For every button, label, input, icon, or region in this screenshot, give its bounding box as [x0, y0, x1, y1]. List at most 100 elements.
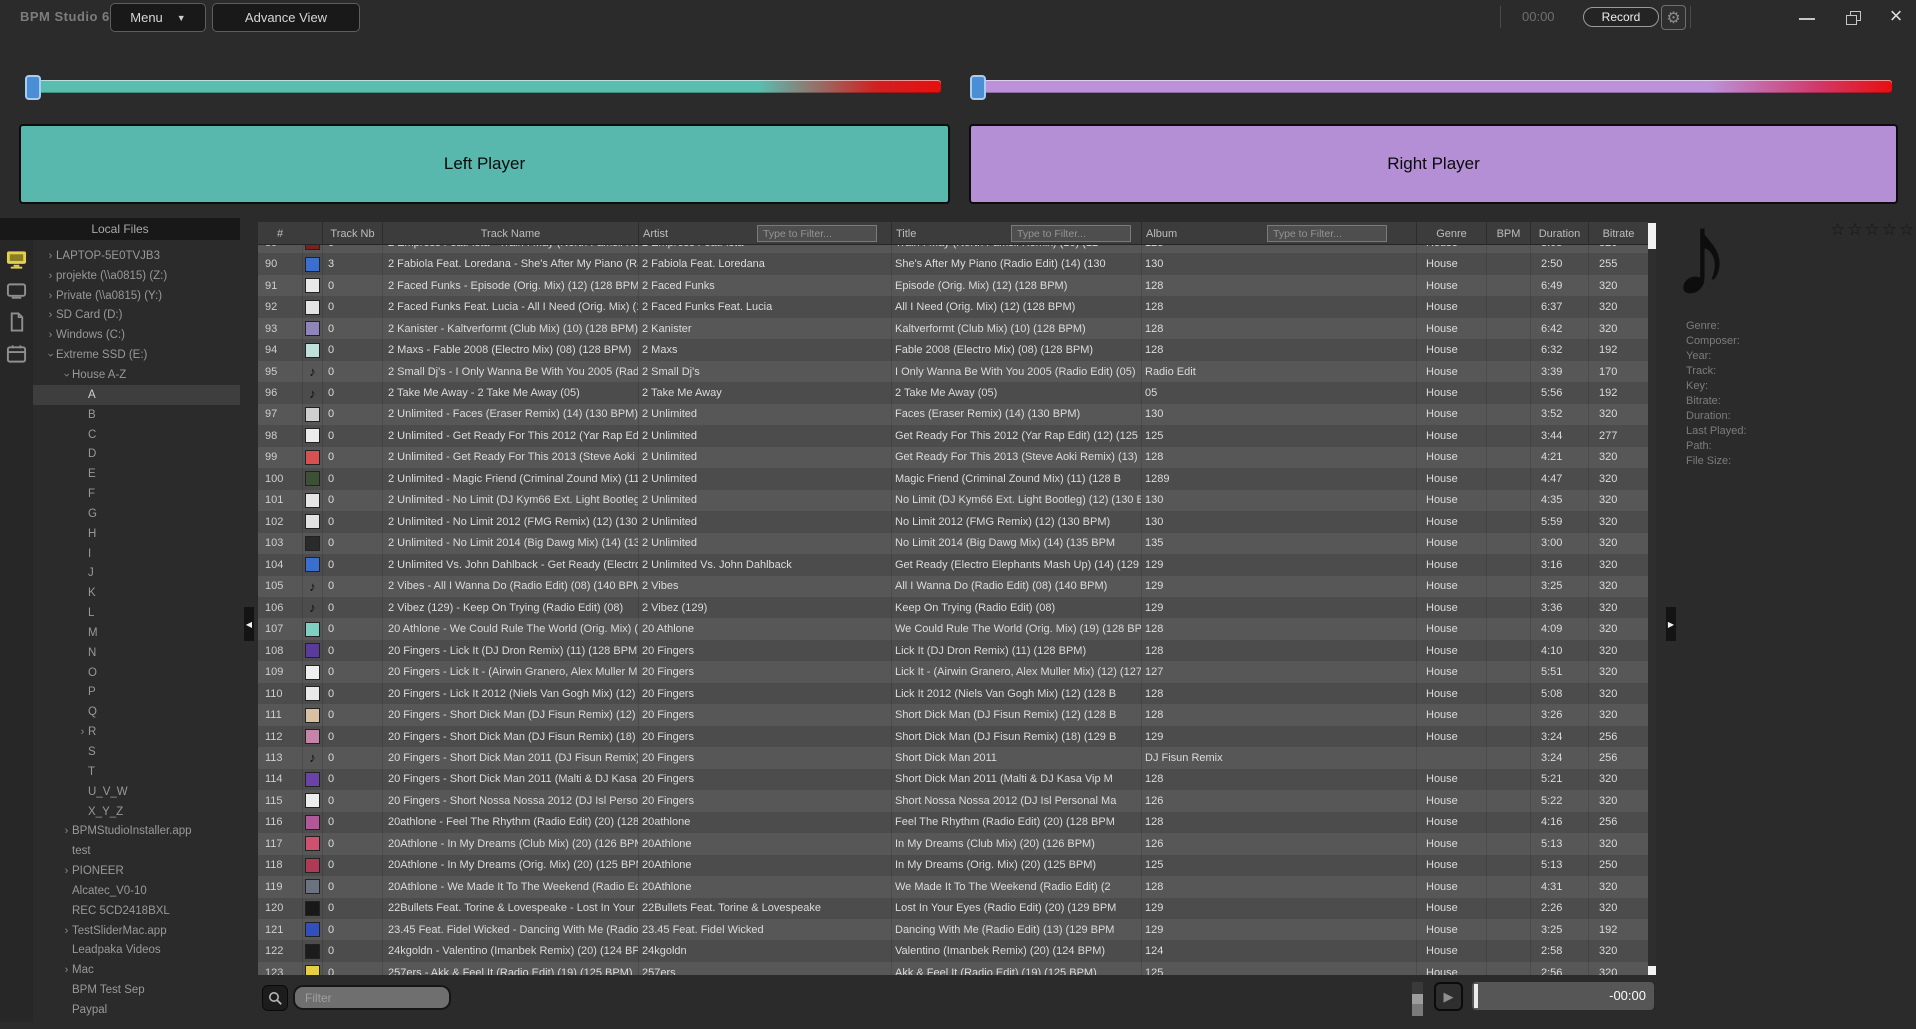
tree-item[interactable]: ›projekte (\\a0815) (Z:) — [33, 266, 240, 286]
record-settings-button[interactable]: ⚙ — [1661, 5, 1686, 30]
right-slider-handle[interactable] — [970, 75, 986, 100]
scrollbar-bottom-button[interactable] — [1648, 966, 1656, 975]
tracklist-vertical-scrollbar[interactable] — [1648, 222, 1656, 975]
table-row[interactable]: 118020Athlone - In My Dreams (Orig. Mix)… — [258, 855, 1648, 876]
minimize-button[interactable] — [1799, 18, 1815, 20]
table-row[interactable]: 115020 Fingers - Short Nossa Nossa 2012 … — [258, 790, 1648, 811]
tree-item[interactable]: ›SD Card (D:) — [33, 306, 240, 326]
star-icon[interactable]: ☆ — [1830, 220, 1845, 240]
table-row[interactable]: 121023.45 Feat. Fidel Wicked - Dancing W… — [258, 919, 1648, 940]
collapse-arrow-icon[interactable]: › — [45, 329, 56, 341]
menu-button[interactable]: Menu ▼ — [110, 3, 206, 32]
table-row[interactable]: 10002 Unlimited - Magic Friend (Criminal… — [258, 468, 1648, 489]
table-row[interactable]: 9402 Maxs - Fable 2008 (Electro Mix) (08… — [258, 339, 1648, 360]
table-row[interactable]: 114020 Fingers - Short Dick Man 2011 (Ma… — [258, 769, 1648, 790]
expand-arrow-icon[interactable]: › — [45, 350, 57, 361]
tree-item[interactable]: Leadpaka Videos — [33, 941, 240, 961]
table-row[interactable]: 116020athlone - Feel The Rhythm (Radio E… — [258, 812, 1648, 833]
tree-item[interactable]: Alcatec_V0-10 — [33, 881, 240, 901]
star-icon[interactable]: ☆ — [1882, 220, 1897, 240]
tree-item[interactable]: T — [33, 762, 240, 782]
collapse-arrow-icon[interactable]: › — [45, 250, 56, 262]
preview-progress-bar[interactable]: -00:00 — [1472, 982, 1654, 1010]
table-row[interactable]: 9032 Fabiola Feat. Loredana - She's Afte… — [258, 253, 1648, 274]
table-row[interactable]: 9702 Unlimited - Faces (Eraser Remix) (1… — [258, 404, 1648, 425]
monitor-icon[interactable] — [6, 250, 27, 270]
table-row[interactable]: 9102 Faced Funks - Episode (Orig. Mix) (… — [258, 275, 1648, 296]
column-header-duration[interactable]: Duration — [1530, 222, 1588, 245]
tree-item[interactable]: ›PIONEER — [33, 861, 240, 881]
table-row[interactable]: 9202 Faced Funks Feat. Lucia - All I Nee… — [258, 296, 1648, 317]
restore-button[interactable] — [1846, 11, 1862, 25]
tree-item[interactable]: H — [33, 524, 240, 544]
document-icon[interactable] — [6, 312, 27, 332]
tree-item[interactable]: J — [33, 564, 240, 584]
star-icon[interactable]: ☆ — [1847, 220, 1862, 240]
tree-item[interactable]: D — [33, 444, 240, 464]
table-row[interactable]: 109020 Fingers - Lick It - (Airwin Grane… — [258, 661, 1648, 682]
tree-item[interactable]: ›LAPTOP-5E0TVJB3 — [33, 246, 240, 266]
collapse-sidebar-button[interactable]: ◀ — [244, 607, 254, 641]
right-player[interactable]: Right Player — [969, 124, 1898, 204]
tree-item[interactable]: G — [33, 504, 240, 524]
filter-input[interactable] — [293, 985, 451, 1010]
calendar-icon[interactable] — [6, 344, 27, 364]
left-pitch-slider[interactable] — [32, 80, 941, 93]
collapse-details-button[interactable]: ▶ — [1666, 607, 1676, 641]
tree-item[interactable]: ›TestSliderMac.app — [33, 921, 240, 941]
record-button[interactable]: Record — [1583, 7, 1659, 27]
table-row[interactable]: 10402 Unlimited Vs. John Dahlback - Get … — [258, 554, 1648, 575]
table-row[interactable]: 122024kgoldn - Valentino (Imanbek Remix)… — [258, 940, 1648, 961]
table-row[interactable]: 10202 Unlimited - No Limit 2012 (FMG Rem… — [258, 511, 1648, 532]
scrollbar-thumb[interactable] — [1648, 223, 1656, 249]
artist-filter-input[interactable] — [757, 225, 877, 242]
left-slider-handle[interactable] — [25, 75, 41, 100]
table-row[interactable]: 95♪02 Small Dj's - I Only Wanna Be With … — [258, 361, 1648, 382]
table-row[interactable]: 113♪020 Fingers - Short Dick Man 2011 (D… — [258, 747, 1648, 768]
close-button[interactable]: × — [1884, 2, 1908, 30]
table-row[interactable]: 96♪02 Take Me Away - 2 Take Me Away (05)… — [258, 382, 1648, 403]
tree-item[interactable]: ›Private (\\a0815) (Y:) — [33, 286, 240, 306]
table-row[interactable]: 10302 Unlimited - No Limit 2014 (Big Daw… — [258, 533, 1648, 554]
column-header-bpm[interactable]: BPM — [1486, 222, 1530, 245]
collapse-arrow-icon[interactable]: › — [45, 309, 56, 321]
collapse-arrow-icon[interactable]: › — [77, 726, 88, 738]
star-icon[interactable]: ☆ — [1865, 220, 1880, 240]
table-row[interactable]: 107020 Athlone - We Could Rule The World… — [258, 618, 1648, 639]
preview-play-button[interactable]: ▶ — [1434, 982, 1463, 1011]
collapse-arrow-icon[interactable]: › — [45, 290, 56, 302]
tree-item[interactable]: P — [33, 683, 240, 703]
album-filter-input[interactable] — [1267, 225, 1387, 242]
advance-view-button[interactable]: Advance View — [212, 3, 360, 32]
table-row[interactable]: 117020Athlone - In My Dreams (Club Mix) … — [258, 833, 1648, 854]
slider-thumb[interactable] — [1412, 994, 1423, 1004]
table-row[interactable]: 112020 Fingers - Short Dick Man (DJ Fisu… — [258, 726, 1648, 747]
tree-item[interactable]: ›Windows (C:) — [33, 325, 240, 345]
left-player[interactable]: Left Player — [19, 124, 950, 204]
table-row[interactable]: 105♪02 Vibes - All I Wanna Do (Radio Edi… — [258, 576, 1648, 597]
tree-item[interactable]: F — [33, 484, 240, 504]
column-header-bitrate[interactable]: Bitrate — [1588, 222, 1648, 245]
table-row[interactable]: 1230257ers - Akk & Feel It (Radio Edit) … — [258, 962, 1648, 975]
collapse-arrow-icon[interactable]: › — [61, 925, 72, 937]
collapse-arrow-icon[interactable]: › — [61, 865, 72, 877]
tree-item[interactable]: Q — [33, 702, 240, 722]
search-button[interactable] — [262, 985, 288, 1011]
table-row[interactable]: 9902 Unlimited - Get Ready For This 2013… — [258, 447, 1648, 468]
table-row[interactable]: 106♪02 Vibez (129) - Keep On Trying (Rad… — [258, 597, 1648, 618]
tree-item[interactable]: L — [33, 603, 240, 623]
tree-item[interactable]: ›R — [33, 722, 240, 742]
tree-item[interactable]: E — [33, 464, 240, 484]
tree-item[interactable]: ›BPMStudioInstaller.app — [33, 821, 240, 841]
table-row[interactable]: 108020 Fingers - Lick It (DJ Dron Remix)… — [258, 640, 1648, 661]
star-icon[interactable]: ☆ — [1899, 220, 1914, 240]
tree-item[interactable]: U_V_W — [33, 782, 240, 802]
table-row[interactable]: 8902 Empress Feat. Ista - Train I May (N… — [258, 245, 1648, 253]
right-pitch-slider[interactable] — [977, 80, 1892, 93]
table-row[interactable]: 9302 Kanister - Kaltverformt (Club Mix) … — [258, 318, 1648, 339]
collapse-arrow-icon[interactable]: › — [45, 270, 56, 282]
table-row[interactable]: 9802 Unlimited - Get Ready For This 2012… — [258, 425, 1648, 446]
title-filter-input[interactable] — [1011, 225, 1131, 242]
collapse-arrow-icon[interactable]: › — [61, 825, 72, 837]
table-row[interactable]: 111020 Fingers - Short Dick Man (DJ Fisu… — [258, 704, 1648, 725]
